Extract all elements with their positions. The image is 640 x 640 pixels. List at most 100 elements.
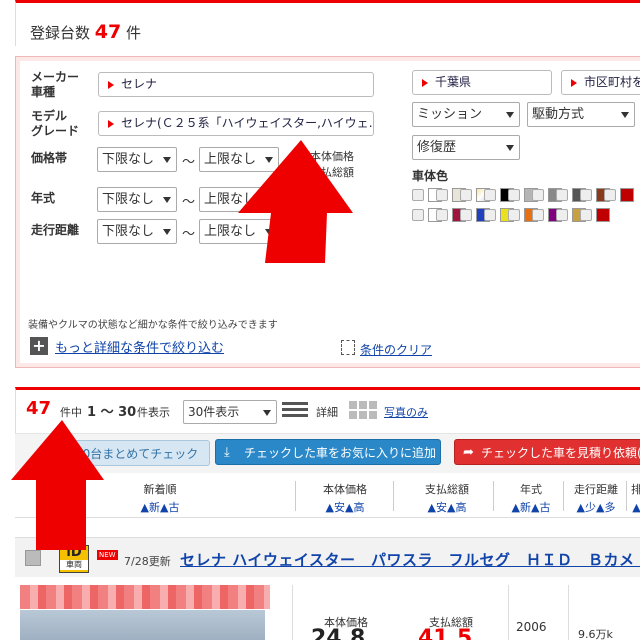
request-quote-label: チェックした車を見積り依頼(無料) — [481, 446, 640, 460]
chevron-down-icon — [506, 112, 514, 118]
arrow-up-icon — [11, 420, 104, 550]
color-checkbox[interactable] — [436, 209, 448, 221]
registered-count-label: 登録台数 47 件 — [30, 21, 141, 43]
sort-divider — [493, 481, 494, 511]
registered-prefix: 登録台数 — [30, 24, 91, 42]
results-bar: 47 件中 1 ～ 30 件表示 30件表示 詳細 写真のみ — [15, 387, 640, 433]
photo-grid-icon[interactable] — [349, 401, 379, 419]
clear-conditions-link[interactable]: 条件のクリア — [360, 341, 432, 358]
listing-title-link[interactable]: セレナ ハイウェイスター パワスラ フルセグ ＨＩＤ Ｂカメ S — [180, 549, 640, 570]
add-favorite-label: チェックした車をお気に入りに追加 — [244, 446, 437, 460]
column-divider — [508, 585, 509, 640]
price-lower-select[interactable]: 下限なし — [97, 147, 177, 172]
sort-desc-link[interactable]: ▲多 — [596, 501, 615, 514]
color-checkbox[interactable] — [604, 189, 616, 201]
color-checkbox[interactable] — [508, 189, 520, 201]
color-checkbox[interactable] — [580, 189, 592, 201]
results-count: 47 — [26, 398, 52, 419]
color-checkbox[interactable] — [412, 189, 424, 201]
color-checkbox[interactable] — [508, 209, 520, 221]
year-value: 2006 — [516, 620, 547, 634]
sort-label: 本体価格 — [323, 483, 367, 496]
color-checkbox[interactable] — [532, 209, 544, 221]
sort-desc-link[interactable]: ▲古 — [160, 501, 179, 514]
mission-value: ミッション — [417, 107, 483, 122]
sort-header: 新着順 ▲新▲古 本体価格 ▲安▲高 支払総額 ▲安▲高 年式 ▲新▲古 走行距… — [15, 473, 640, 518]
photos-only-link[interactable]: 写真のみ — [384, 404, 428, 420]
sort-mileage: 走行距離 ▲少▲多 — [566, 481, 626, 515]
sort-desc-link[interactable]: ▲高 — [345, 501, 364, 514]
per-page-select[interactable]: 30件表示 — [183, 400, 277, 424]
clear-icon[interactable] — [341, 340, 355, 355]
sort-label: 年式 — [520, 483, 542, 496]
drive-select[interactable]: 駆動方式 — [527, 102, 635, 127]
color-checkbox[interactable] — [556, 189, 568, 201]
more-conditions-link[interactable]: もっと詳細な条件で絞り込む — [55, 337, 224, 356]
arrow-up-icon — [238, 140, 353, 263]
listing-checkbox[interactable] — [25, 550, 41, 566]
listing-header: iD 車両 NEW 7/28更新 セレナ ハイウェイスター パワスラ フルセグ … — [15, 537, 640, 577]
year-lower-select[interactable]: 下限なし — [97, 187, 177, 212]
color-checkbox[interactable] — [460, 209, 472, 221]
column-divider — [292, 585, 293, 640]
sort-label: 支払総額 — [425, 483, 469, 496]
plus-icon[interactable]: + — [30, 337, 48, 355]
sort-displacement: 排気 ▲小 — [629, 481, 640, 515]
detail-view-label[interactable]: 詳細 — [316, 404, 338, 420]
detail-note: 装備やクルマの状態など細かな条件で絞り込みできます — [28, 320, 278, 331]
list-view-icon[interactable] — [282, 402, 308, 420]
maker-select[interactable]: セレナ — [98, 72, 374, 97]
mileage-lower-select[interactable]: 下限なし — [97, 219, 177, 244]
color-checkbox[interactable] — [484, 189, 496, 201]
car-photo[interactable] — [20, 610, 265, 640]
color-checkbox[interactable] — [412, 209, 424, 221]
sort-divider — [295, 481, 296, 511]
sort-desc-link[interactable]: ▲古 — [531, 501, 550, 514]
color-swatch — [596, 208, 610, 222]
repair-select[interactable]: 修復歴 — [412, 135, 520, 160]
price-label: 価格帯 — [31, 151, 68, 165]
color-checkbox[interactable] — [580, 209, 592, 221]
maker-label: メーカー 車種 — [31, 70, 80, 99]
prefecture-select[interactable]: 千葉県 — [412, 70, 552, 95]
dealer-name-blurred — [20, 585, 270, 609]
sort-body-price: 本体価格 ▲安▲高 — [305, 481, 385, 515]
sort-divider — [563, 481, 564, 511]
color-checkbox[interactable] — [532, 189, 544, 201]
model-label: モデル グレード — [31, 109, 80, 138]
sort-divider — [393, 481, 394, 511]
chevron-down-icon — [163, 229, 171, 235]
results-shown: 件表示 — [137, 406, 170, 419]
chevron-down-icon — [163, 197, 171, 203]
price-lower-value: 下限なし — [102, 152, 155, 167]
color-checkbox[interactable] — [436, 189, 448, 201]
sort-asc-link[interactable]: ▲安 — [428, 501, 447, 514]
sort-asc-link[interactable]: ▲少 — [577, 501, 596, 514]
column-divider — [568, 585, 569, 640]
sort-asc-link[interactable]: ▲安 — [326, 501, 345, 514]
drive-value: 駆動方式 — [532, 107, 585, 122]
per-page-value: 30件表示 — [188, 405, 240, 419]
sort-asc-link[interactable]: ▲小 — [632, 501, 640, 514]
city-select[interactable]: 市区町村を選 — [561, 70, 640, 95]
sort-asc-link[interactable]: ▲新 — [141, 501, 160, 514]
mission-select[interactable]: ミッション — [412, 102, 520, 127]
registered-count: 47 — [94, 21, 122, 43]
add-favorite-button[interactable]: ⤓ チェックした車をお気に入りに追加 — [215, 439, 441, 465]
body-price-value: 24.8 — [311, 626, 366, 640]
color-checkbox[interactable] — [556, 209, 568, 221]
chevron-down-icon — [263, 410, 271, 416]
total-price-value: 41.5 — [418, 626, 473, 640]
sort-asc-link[interactable]: ▲新 — [512, 501, 531, 514]
sort-desc-link[interactable]: ▲高 — [447, 501, 466, 514]
price-tilde: ～ — [182, 155, 196, 170]
model-select[interactable]: セレナ(Ｃ２５系「ハイウェイスター,ハイウェ… — [98, 111, 374, 136]
action-bar: 30台まとめてチェック ⤓ チェックした車をお気に入りに追加 ➦ チェックした車… — [15, 433, 640, 473]
color-checkbox[interactable] — [484, 209, 496, 221]
registered-suffix: 件 — [126, 24, 142, 42]
request-quote-button[interactable]: ➦ チェックした車を見積り依頼(無料) — [454, 439, 640, 465]
repair-value: 修復歴 — [417, 140, 457, 155]
chevron-down-icon — [621, 112, 629, 118]
color-checkbox[interactable] — [460, 189, 472, 201]
mileage-tilde: ～ — [182, 227, 196, 242]
